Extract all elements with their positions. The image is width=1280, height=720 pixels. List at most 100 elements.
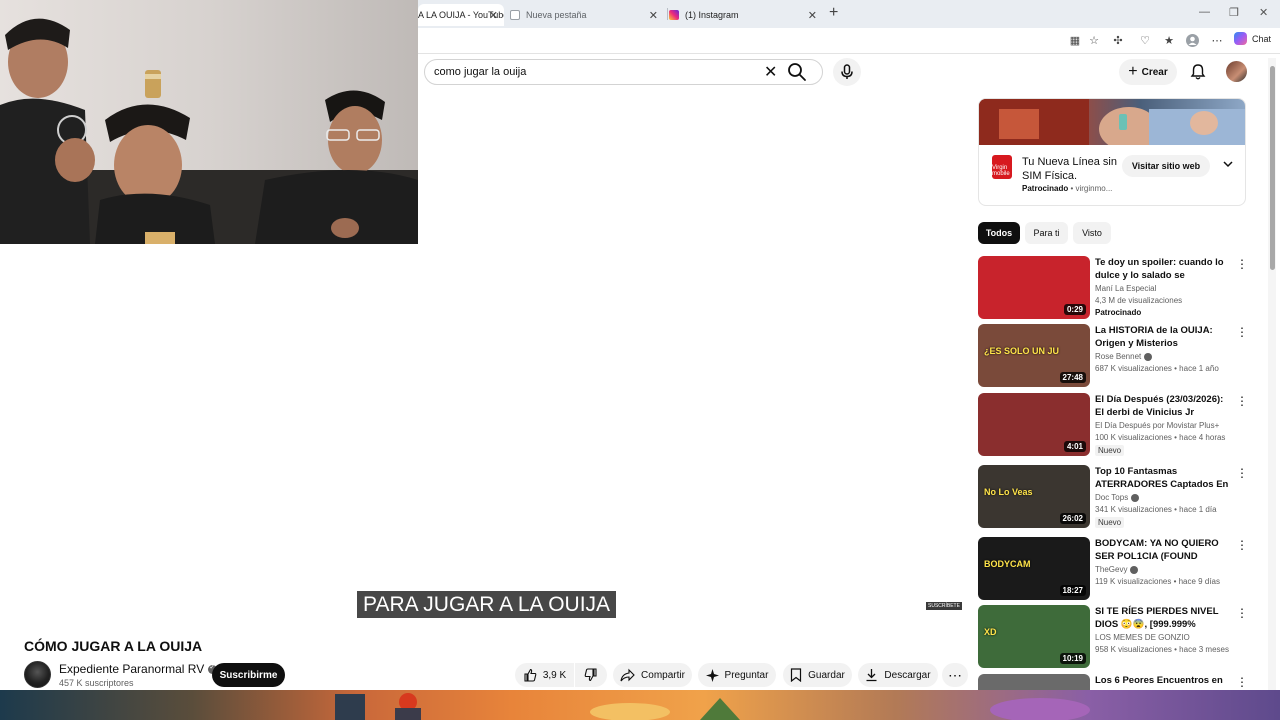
ad-banner-image[interactable]	[979, 99, 1245, 151]
ask-button[interactable]: Preguntar	[698, 663, 776, 687]
more-options-kebab-icon[interactable]: ⋮	[1236, 467, 1248, 479]
video-stats: 4,3 M de visualizaciones	[1095, 296, 1183, 305]
recommended-video[interactable]: XD 10:19 SI TE RÍES PIERDES NIVEL DIOS 😳😨,…	[978, 605, 1248, 669]
new-tab-icon[interactable]: +	[829, 4, 838, 22]
split-screen-icon[interactable]: ▦	[1068, 33, 1082, 47]
screen: A LA OUIJA - YouTube ✕ Nueva pestaña ✕ (…	[0, 0, 1280, 720]
microphone-icon[interactable]	[833, 58, 861, 86]
channel-name-text: Maní La Especial	[1095, 284, 1157, 293]
close-tab-icon[interactable]: ✕	[649, 9, 658, 22]
sponsored-ad-card[interactable]: Virgin mobile Tu Nueva Línea sin SIM Fís…	[978, 98, 1246, 206]
chip-todos[interactable]: Todos	[978, 222, 1020, 244]
video-title[interactable]: Te doy un spoiler: cuando lo dulce y lo …	[1095, 256, 1230, 282]
account-avatar[interactable]	[1226, 61, 1247, 82]
tab-instagram[interactable]: (1) Instagram ✕	[669, 4, 823, 26]
channel-name[interactable]: Rose Bennet	[1095, 352, 1153, 361]
more-actions-icon[interactable]: ⋯	[942, 663, 968, 687]
favorites-icon[interactable]: ★	[1162, 33, 1176, 47]
video-title[interactable]: Top 10 Fantasmas ATERRADORES Captados En…	[1095, 465, 1230, 491]
favorite-star-icon[interactable]: ☆	[1087, 33, 1101, 47]
more-options-kebab-icon[interactable]: ⋮	[1236, 539, 1248, 551]
video-thumbnail[interactable]: XD 10:19	[978, 605, 1090, 668]
recommended-video[interactable]: 4:01 El Día Después (23/03/2026): El derb…	[978, 393, 1248, 457]
video-title[interactable]: BODYCAM: YA NO QUIERO SER POL1CIA (FOUND…	[1095, 537, 1230, 563]
channel-name[interactable]: LOS MEMES DE GONZIO	[1095, 633, 1190, 642]
more-options-kebab-icon[interactable]: ⋮	[1236, 258, 1248, 270]
minimize-icon[interactable]: —	[1199, 6, 1210, 18]
video-title[interactable]: La HISTORIA de la OUIJA: Origen y Mister…	[1095, 324, 1230, 350]
video-thumbnail[interactable]: ¿ES SOLO UN JU 27:48	[978, 324, 1090, 387]
channel-name[interactable]: Doc Tops	[1095, 493, 1140, 502]
channel-avatar[interactable]	[24, 661, 51, 688]
subscriber-count: 457 K suscriptores	[59, 678, 134, 688]
clear-search-icon[interactable]: ✕	[764, 62, 777, 82]
thumbs-down-icon	[584, 668, 597, 682]
channel-name-text: Rose Bennet	[1095, 352, 1142, 361]
more-options-kebab-icon[interactable]: ⋮	[1236, 326, 1248, 338]
channel-name[interactable]: TheGevy	[1095, 565, 1139, 574]
dislike-button[interactable]	[575, 663, 607, 687]
search-icon[interactable]	[786, 61, 810, 83]
watermark-label: SUSCRÍBETE	[926, 602, 962, 610]
more-options-kebab-icon[interactable]: ⋮	[1236, 676, 1248, 688]
video-thumbnail[interactable]: BODYCAM 18:27	[978, 537, 1090, 600]
video-stats: 341 K visualizaciones • hace 1 día	[1095, 505, 1217, 514]
more-options-kebab-icon[interactable]: ⋮	[1236, 607, 1248, 619]
video-duration: 4:01	[1063, 441, 1086, 452]
recommended-video[interactable]: 0:29 Te doy un spoiler: cuando lo dulce y…	[978, 256, 1248, 320]
video-thumbnail[interactable]: 4:01	[978, 393, 1090, 456]
channel-name-link[interactable]: Expediente Paranormal RV	[59, 662, 218, 676]
video-title[interactable]: Los 6 Peores Encuentros en	[1095, 674, 1230, 687]
video-thumbnail[interactable]: No Lo Veas 26:02	[978, 465, 1090, 528]
browser-essentials-icon[interactable]: ♡	[1138, 33, 1152, 47]
profile-icon[interactable]	[1185, 33, 1199, 47]
video-duration: 27:48	[1059, 372, 1086, 383]
close-window-icon[interactable]: ✕	[1259, 6, 1268, 19]
ask-label: Preguntar	[724, 669, 769, 681]
copilot-chat-button[interactable]: Chat	[1234, 32, 1271, 45]
download-button[interactable]: Descargar	[858, 663, 938, 687]
subscribe-button[interactable]: Suscribirme	[212, 663, 285, 687]
channel-name-text: TheGevy	[1095, 565, 1128, 574]
chip-visto[interactable]: Visto	[1073, 222, 1111, 244]
like-button[interactable]: 3,9 K	[515, 663, 574, 687]
close-tab-icon[interactable]: ✕	[808, 9, 817, 22]
create-label: Crear	[1141, 66, 1168, 78]
search-input[interactable]: como jugar la ouija ✕	[424, 59, 823, 85]
chip-para-ti[interactable]: Para ti	[1025, 222, 1068, 244]
verified-badge-icon	[1131, 493, 1140, 502]
thumbnail-text: No Lo Veas	[984, 487, 1033, 497]
more-options-kebab-icon[interactable]: ⋮	[1236, 395, 1248, 407]
webcam-overlay	[0, 0, 418, 244]
channel-name[interactable]: Maní La Especial	[1095, 284, 1156, 293]
visit-site-button[interactable]: Visitar sitio web	[1122, 155, 1210, 177]
video-title[interactable]: SI TE RÍES PIERDES NIVEL DIOS 😳😨, [999.9…	[1095, 605, 1230, 631]
video-thumbnail[interactable]: 0:29	[978, 256, 1090, 319]
subscribe-watermark[interactable]: SUSCRÍBETE	[924, 599, 962, 613]
download-label: Descargar	[884, 669, 931, 681]
video-stats: 119 K visualizaciones • hace 9 días	[1095, 577, 1220, 586]
download-icon	[866, 669, 877, 682]
tab-new-tab[interactable]: Nueva pestaña ✕	[510, 4, 664, 26]
extensions-icon[interactable]: ✣	[1111, 33, 1125, 47]
restore-icon[interactable]: ❐	[1229, 6, 1239, 19]
tab-youtube[interactable]: A LA OUIJA - YouTube ✕	[418, 4, 504, 26]
recommended-video[interactable]: BODYCAM 18:27 BODYCAM: YA NO QUIERO SER PO…	[978, 537, 1248, 601]
channel-name[interactable]: El Día Después por Movistar Plus+	[1095, 421, 1219, 430]
video-title[interactable]: El Día Después (23/03/2026): El derbi de…	[1095, 393, 1230, 419]
scrollbar-thumb[interactable]	[1270, 66, 1275, 270]
recommended-video[interactable]: ¿ES SOLO UN JU 27:48 La HISTORIA de la OUI…	[978, 324, 1248, 388]
chevron-down-icon[interactable]	[1223, 160, 1233, 171]
verified-badge-icon	[1130, 565, 1139, 574]
create-button[interactable]: + Crear	[1119, 59, 1177, 85]
tab-separator	[667, 8, 668, 20]
plus-icon: +	[1128, 63, 1138, 80]
page-icon	[510, 10, 520, 20]
save-button[interactable]: Guardar	[783, 663, 852, 687]
search-query: como jugar la ouija	[434, 66, 527, 78]
more-options-icon[interactable]: ⋯	[1210, 33, 1224, 47]
close-tab-icon[interactable]: ✕	[489, 9, 498, 22]
recommended-video[interactable]: No Lo Veas 26:02 Top 10 Fantasmas ATERRADO…	[978, 465, 1248, 529]
share-button[interactable]: Compartir	[613, 663, 692, 687]
notifications-bell-icon[interactable]	[1189, 63, 1207, 81]
